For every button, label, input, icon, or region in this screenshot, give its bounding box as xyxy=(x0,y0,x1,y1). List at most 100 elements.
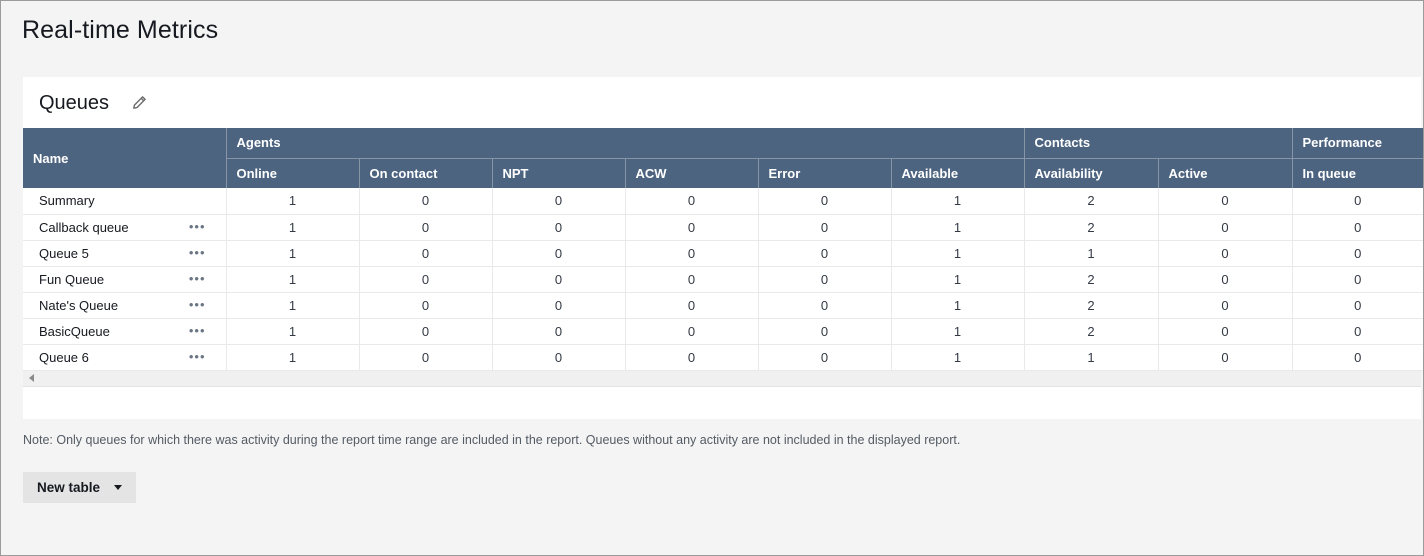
cell-availability: 2 xyxy=(1024,188,1158,214)
table-row[interactable]: Callback queue•••100001200 xyxy=(23,214,1423,240)
table-row[interactable]: BasicQueue•••100001200 xyxy=(23,318,1423,344)
caret-down-icon xyxy=(114,485,122,490)
row-name-label: BasicQueue xyxy=(39,324,110,339)
cell-availability: 2 xyxy=(1024,214,1158,240)
cell-acw: 0 xyxy=(625,266,758,292)
cell-npt: 0 xyxy=(492,292,625,318)
row-name-cell: Nate's Queue ••• xyxy=(23,292,226,318)
row-name-label: Queue 6 xyxy=(39,350,89,365)
row-name-cell: Queue 5 ••• xyxy=(23,240,226,266)
table-head: Name Agents Contacts Performance Online … xyxy=(23,128,1423,188)
cell-active: 0 xyxy=(1158,266,1292,292)
group-header-performance: Performance xyxy=(1292,128,1423,158)
row-name-cell: BasicQueue ••• xyxy=(23,318,226,344)
cell-error: 0 xyxy=(758,188,891,214)
column-header-online[interactable]: Online xyxy=(226,158,359,188)
table-row[interactable]: Nate's Queue•••100001200 xyxy=(23,292,1423,318)
cell-online: 1 xyxy=(226,188,359,214)
cell-online: 1 xyxy=(226,214,359,240)
pencil-icon[interactable] xyxy=(131,95,147,111)
group-header-agents: Agents xyxy=(226,128,1024,158)
scroll-left-arrow-icon[interactable] xyxy=(29,374,34,382)
cell-availability: 2 xyxy=(1024,318,1158,344)
cell-availability: 1 xyxy=(1024,240,1158,266)
cell-error: 0 xyxy=(758,292,891,318)
group-header-row: Name Agents Contacts Performance xyxy=(23,128,1423,158)
column-header-active[interactable]: Active xyxy=(1158,158,1292,188)
cell-availability: 2 xyxy=(1024,266,1158,292)
cell-availability: 1 xyxy=(1024,344,1158,370)
cell-availability: 2 xyxy=(1024,292,1158,318)
cell-available: 1 xyxy=(891,214,1024,240)
column-header-availability[interactable]: Availability xyxy=(1024,158,1158,188)
row-name-cell: Summary xyxy=(23,188,226,214)
cell-acw: 0 xyxy=(625,240,758,266)
row-overflow-menu-icon[interactable]: ••• xyxy=(189,223,206,231)
metrics-table: Name Agents Contacts Performance Online … xyxy=(23,128,1423,371)
queues-card: Queues xyxy=(23,77,1421,419)
row-overflow-menu-icon[interactable]: ••• xyxy=(189,327,206,335)
new-table-button[interactable]: New table xyxy=(23,472,136,503)
row-name-label: Queue 5 xyxy=(39,246,89,261)
cell-available: 1 xyxy=(891,344,1024,370)
column-header-acw[interactable]: ACW xyxy=(625,158,758,188)
cell-npt: 0 xyxy=(492,240,625,266)
column-header-available[interactable]: Available xyxy=(891,158,1024,188)
cell-active: 0 xyxy=(1158,318,1292,344)
cell-in-queue: 0 xyxy=(1292,188,1423,214)
cell-in-queue: 0 xyxy=(1292,344,1423,370)
cell-npt: 0 xyxy=(492,318,625,344)
table-body: Summary100001200Callback queue•••1000012… xyxy=(23,188,1423,370)
row-name-cell: Queue 6 ••• xyxy=(23,344,226,370)
table-row[interactable]: Queue 5•••100001100 xyxy=(23,240,1423,266)
cell-acw: 0 xyxy=(625,344,758,370)
row-overflow-menu-icon[interactable]: ••• xyxy=(189,301,206,309)
cell-active: 0 xyxy=(1158,344,1292,370)
column-header-error[interactable]: Error xyxy=(758,158,891,188)
cell-acw: 0 xyxy=(625,292,758,318)
cell-acw: 0 xyxy=(625,318,758,344)
row-overflow-menu-icon[interactable]: ••• xyxy=(189,275,206,283)
horizontal-scrollbar[interactable] xyxy=(23,371,1421,387)
cell-available: 1 xyxy=(891,188,1024,214)
row-name-label: Nate's Queue xyxy=(39,298,118,313)
cell-npt: 0 xyxy=(492,188,625,214)
cell-active: 0 xyxy=(1158,188,1292,214)
cell-online: 1 xyxy=(226,240,359,266)
cell-available: 1 xyxy=(891,292,1024,318)
cell-in-queue: 0 xyxy=(1292,266,1423,292)
cell-available: 1 xyxy=(891,240,1024,266)
table-row[interactable]: Summary100001200 xyxy=(23,188,1423,214)
column-header-on-contact[interactable]: On contact xyxy=(359,158,492,188)
new-table-label: New table xyxy=(37,480,100,495)
cell-online: 1 xyxy=(226,266,359,292)
cell-on-contact: 0 xyxy=(359,240,492,266)
table-row[interactable]: Fun Queue•••100001200 xyxy=(23,266,1423,292)
cell-on-contact: 0 xyxy=(359,344,492,370)
row-name-label: Fun Queue xyxy=(39,272,104,287)
card-title: Queues xyxy=(39,91,109,115)
row-overflow-menu-icon[interactable]: ••• xyxy=(189,353,206,361)
row-name-label: Callback queue xyxy=(39,220,129,235)
column-header-name[interactable]: Name xyxy=(23,128,226,188)
cell-active: 0 xyxy=(1158,214,1292,240)
cell-online: 1 xyxy=(226,318,359,344)
cell-acw: 0 xyxy=(625,188,758,214)
table-footer-pad xyxy=(23,387,1421,419)
column-header-in-queue[interactable]: In queue xyxy=(1292,158,1423,188)
row-overflow-menu-icon[interactable]: ••• xyxy=(189,249,206,257)
cell-error: 0 xyxy=(758,266,891,292)
cell-on-contact: 0 xyxy=(359,318,492,344)
card-header: Queues xyxy=(23,77,1421,128)
column-header-npt[interactable]: NPT xyxy=(492,158,625,188)
cell-acw: 0 xyxy=(625,214,758,240)
page-title: Real-time Metrics xyxy=(1,1,1423,45)
cell-available: 1 xyxy=(891,266,1024,292)
metrics-table-wrapper: Name Agents Contacts Performance Online … xyxy=(23,128,1421,371)
cell-on-contact: 0 xyxy=(359,266,492,292)
cell-on-contact: 0 xyxy=(359,292,492,318)
cell-active: 0 xyxy=(1158,240,1292,266)
cell-error: 0 xyxy=(758,240,891,266)
table-row[interactable]: Queue 6•••100001100 xyxy=(23,344,1423,370)
cell-in-queue: 0 xyxy=(1292,240,1423,266)
